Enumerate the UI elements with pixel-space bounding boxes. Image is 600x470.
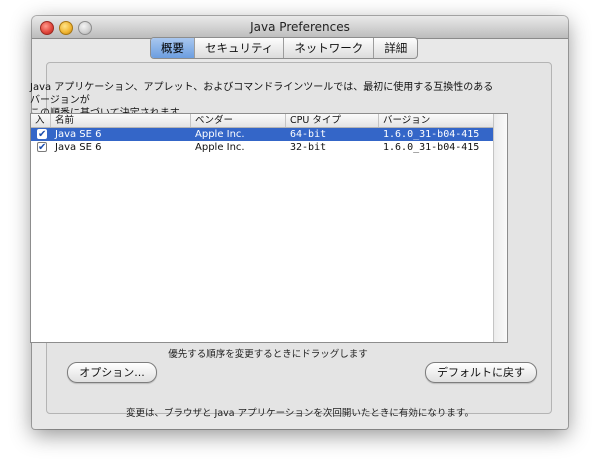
java-versions-table[interactable]: 入 名前 ベンダー CPU タイプ バージョン ✔ Java SE 6 Appl… (30, 113, 508, 343)
tab-network[interactable]: ネットワーク (284, 38, 375, 58)
column-header-enabled[interactable]: 入 (31, 114, 51, 127)
drag-hint-text: 優先する順序を変更するときにドラッグします (168, 349, 368, 360)
row-cpu-type: 64-bit (290, 129, 327, 140)
row-name: Java SE 6 (55, 142, 102, 153)
options-button[interactable]: オプション... (67, 362, 157, 383)
row-version: 1.6.0_31-b04-415 (383, 142, 480, 153)
description-line-1: Java アプリケーション、アプレット、およびコマンドラインツールでは、最初に使… (30, 82, 494, 106)
window-title: Java Preferences (250, 20, 350, 34)
row-vendor: Apple Inc. (195, 129, 245, 140)
table-header: 入 名前 ベンダー CPU タイプ バージョン (31, 114, 493, 128)
row-name: Java SE 6 (55, 129, 102, 140)
tab-bar: 概要 セキュリティ ネットワーク 詳細 (150, 37, 419, 59)
column-header-vendor[interactable]: ベンダー (191, 114, 286, 127)
vertical-scrollbar[interactable] (493, 114, 507, 342)
column-header-version[interactable]: バージョン (379, 114, 493, 127)
tab-overview[interactable]: 概要 (151, 38, 195, 58)
tab-advanced[interactable]: 詳細 (374, 38, 417, 58)
tab-security[interactable]: セキュリティ (195, 38, 285, 58)
footer-note: 変更は、ブラウザと Java アプリケーションを次回開いたときに有効になります。 (126, 408, 474, 419)
table-row[interactable]: ✔ Java SE 6 Apple Inc. 64-bit 1.6.0_31-b… (31, 128, 493, 141)
row-vendor: Apple Inc. (195, 142, 245, 153)
title-bar[interactable]: Java Preferences (32, 16, 568, 39)
enabled-checkbox[interactable]: ✔ (37, 129, 47, 140)
column-header-cpu-type[interactable]: CPU タイプ (286, 114, 379, 127)
table-row[interactable]: ✔ Java SE 6 Apple Inc. 32-bit 1.6.0_31-b… (31, 141, 493, 154)
row-version: 1.6.0_31-b04-415 (383, 129, 480, 140)
column-header-name[interactable]: 名前 (51, 114, 191, 127)
row-cpu-type: 32-bit (290, 142, 327, 153)
restore-defaults-button[interactable]: デフォルトに戻す (425, 362, 537, 383)
enabled-checkbox[interactable]: ✔ (37, 142, 47, 153)
